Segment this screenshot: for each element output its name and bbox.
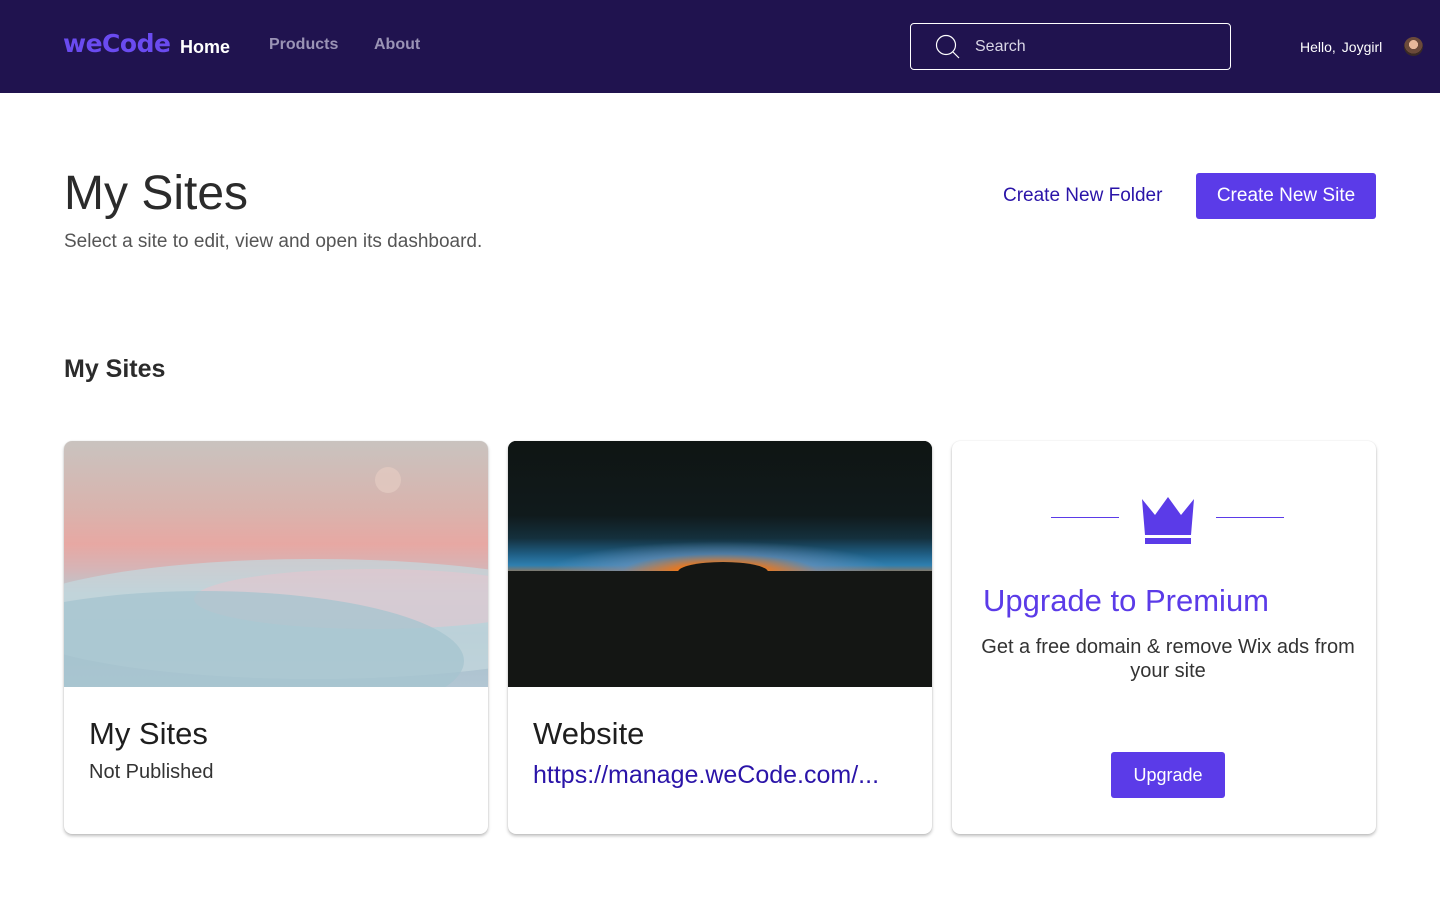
page-subtitle: Select a site to edit, view and open its… [64, 231, 483, 252]
divider-line [1051, 517, 1119, 518]
premium-title: Upgrade to Premium [983, 583, 1270, 618]
upgrade-button[interactable]: Upgrade [1111, 752, 1225, 798]
nav-link-home[interactable]: Home [180, 37, 230, 58]
search-box[interactable] [910, 23, 1231, 70]
site-thumbnail [64, 441, 488, 687]
user-name: Joygirl [1341, 39, 1383, 55]
site-name: Website [533, 716, 645, 751]
user-greeting: Hello, Joygirl [1300, 39, 1388, 55]
create-new-folder-button[interactable]: Create New Folder [1003, 185, 1162, 207]
site-thumbnail [508, 441, 932, 687]
site-url-link[interactable]: https://manage.weCode.com/... [533, 761, 879, 790]
crown-divider [1051, 495, 1286, 545]
section-title: My Sites [64, 355, 166, 383]
page-title: My Sites [64, 167, 249, 220]
site-card[interactable]: My Sites Not Published [64, 441, 488, 834]
nav-link-products[interactable]: Products [269, 36, 338, 54]
search-input[interactable] [975, 37, 1215, 56]
search-icon [935, 34, 960, 59]
premium-description: Get a free domain & remove Wix ads from … [981, 636, 1355, 682]
greeting-prefix: Hello, [1300, 39, 1336, 55]
logo[interactable]: weCode [63, 29, 171, 58]
crown-icon [1142, 497, 1194, 544]
site-status: Not Published [89, 761, 214, 783]
nav-link-about[interactable]: About [374, 36, 420, 54]
top-navigation-bar: weCode Home Products About Hello, Joygirl [0, 0, 1440, 93]
create-new-site-button[interactable]: Create New Site [1196, 173, 1376, 219]
divider-line [1216, 517, 1284, 518]
premium-upgrade-card: Upgrade to Premium Get a free domain & r… [952, 441, 1376, 834]
site-name: My Sites [89, 716, 208, 751]
avatar[interactable] [1404, 37, 1423, 56]
site-card[interactable]: Website https://manage.weCode.com/... [508, 441, 932, 834]
